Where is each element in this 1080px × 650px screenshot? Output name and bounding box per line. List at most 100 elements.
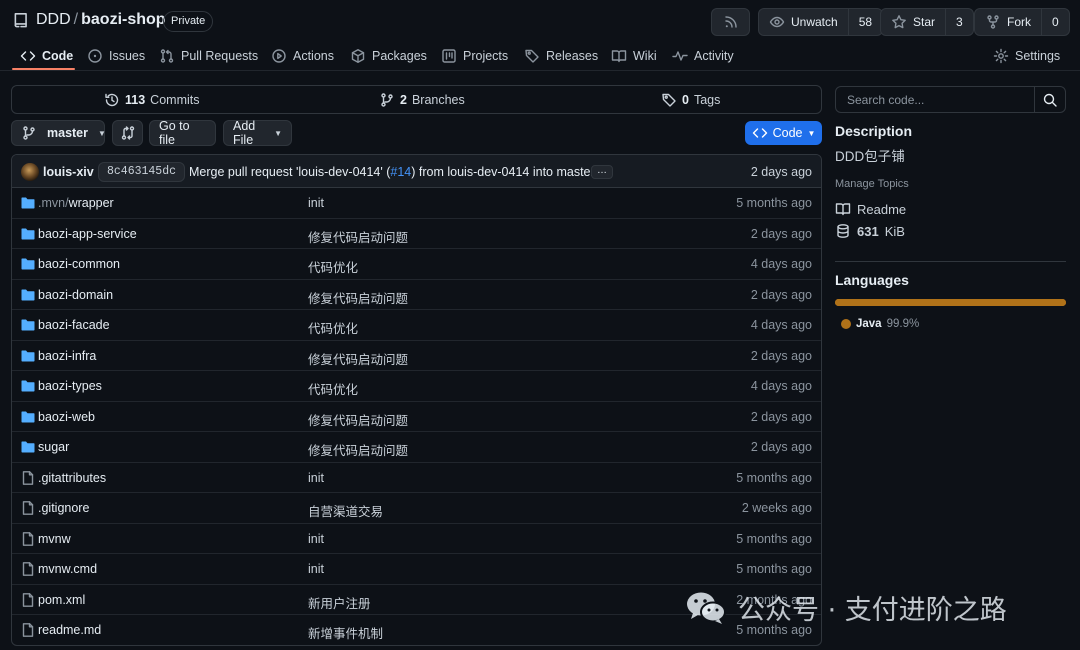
expand-message-button[interactable]: … — [591, 165, 613, 179]
tab-pull-requests[interactable]: Pull Requests — [159, 48, 258, 64]
file-name-link[interactable]: baozi-web — [38, 410, 95, 424]
readme-link[interactable]: Readme — [835, 201, 906, 217]
file-row[interactable]: baozi-facade 代码优化 4 days ago — [12, 310, 821, 341]
branches-link[interactable]: 2 Branches — [379, 92, 465, 108]
file-name-link[interactable]: baozi-infra — [38, 349, 96, 363]
tag-icon — [524, 48, 540, 64]
repo-header: DDD / baozi-shop Private Unwatch 58 Star… — [0, 0, 1080, 44]
file-commit-message[interactable]: 新增事件机制 — [308, 623, 383, 642]
file-row[interactable]: baozi-types 代码优化 4 days ago — [12, 371, 821, 402]
tab-issues[interactable]: Issues — [87, 48, 145, 64]
go-to-file-button[interactable]: Go to file — [149, 119, 216, 147]
file-name-link[interactable]: .gitignore — [38, 501, 89, 515]
file-commit-time: 2 days ago — [750, 440, 812, 454]
tab-settings[interactable]: Settings — [993, 48, 1060, 64]
file-name-link[interactable]: readme.md — [38, 623, 101, 637]
file-commit-message[interactable]: init — [308, 471, 324, 485]
book-icon — [611, 48, 627, 64]
star-button[interactable]: Star 3 — [880, 8, 974, 36]
fork-button[interactable]: Fork 0 — [974, 8, 1070, 36]
commit-time: 2 days ago — [750, 165, 812, 179]
watch-button[interactable]: Unwatch 58 — [758, 8, 884, 36]
tags-link[interactable]: 0 Tags — [661, 92, 720, 108]
file-commit-message[interactable]: 代码优化 — [308, 318, 358, 337]
tab-projects[interactable]: Projects — [441, 48, 508, 64]
code-dropdown-button[interactable]: Code ▼ — [745, 121, 822, 145]
file-commit-message[interactable]: 代码优化 — [308, 379, 358, 398]
file-row[interactable]: baozi-infra 修复代码启动问题 2 days ago — [12, 341, 821, 371]
branch-icon — [21, 125, 37, 141]
file-row[interactable]: .mvn/wrapper init 5 months ago — [12, 188, 821, 219]
commits-count: 113 — [125, 93, 146, 107]
commit-sha-link[interactable]: 8c463145dc — [98, 162, 186, 182]
file-commit-message[interactable]: 修复代码启动问题 — [308, 227, 408, 246]
folder-icon — [20, 256, 36, 272]
avatar[interactable] — [21, 163, 39, 181]
folder-icon — [20, 348, 36, 364]
file-icon — [20, 531, 36, 547]
file-commit-message[interactable]: 代码优化 — [308, 257, 358, 276]
file-row[interactable]: mvnw init 5 months ago — [12, 524, 821, 554]
file-commit-message[interactable]: init — [308, 562, 324, 576]
search-button[interactable] — [1034, 87, 1065, 112]
file-row[interactable]: baozi-common 代码优化 4 days ago — [12, 249, 821, 280]
file-row[interactable]: mvnw.cmd init 5 months ago — [12, 554, 821, 585]
active-tab-indicator — [12, 68, 75, 70]
fork-icon — [985, 14, 1001, 30]
file-name-link[interactable]: mvnw.cmd — [38, 562, 97, 576]
search-input[interactable] — [836, 87, 1035, 112]
file-row[interactable]: .gitattributes init 5 months ago — [12, 463, 821, 493]
file-name-link[interactable]: .mvn/wrapper — [38, 196, 114, 210]
file-row[interactable]: baozi-app-service 修复代码启动问题 2 days ago — [12, 219, 821, 249]
add-file-button[interactable]: Add File ▼ — [223, 119, 292, 147]
tab-actions[interactable]: Actions — [271, 48, 334, 64]
commit-message[interactable]: Merge pull request 'louis-dev-0414' (#14… — [189, 165, 595, 179]
commits-label: Commits — [150, 93, 200, 107]
play-icon — [271, 48, 287, 64]
file-name-link[interactable]: mvnw — [38, 532, 71, 546]
file-name-link[interactable]: sugar — [38, 440, 69, 454]
file-commit-message[interactable]: 修复代码启动问题 — [308, 288, 408, 307]
file-name-link[interactable]: baozi-domain — [38, 288, 113, 302]
file-name-link[interactable]: baozi-app-service — [38, 227, 137, 241]
tab-wiki[interactable]: Wiki — [611, 48, 657, 64]
file-row[interactable]: sugar 修复代码启动问题 2 days ago — [12, 432, 821, 463]
file-name-link[interactable]: baozi-facade — [38, 318, 110, 332]
tab-packages[interactable]: Packages — [350, 48, 427, 64]
file-name-link[interactable]: baozi-types — [38, 379, 102, 393]
language-bar-java — [835, 299, 1066, 306]
manage-topics-link[interactable]: Manage Topics — [835, 178, 909, 190]
commit-message-suffix: ) from louis-dev-0414 into master — [411, 165, 595, 179]
file-commit-message[interactable]: init — [308, 532, 324, 546]
language-entry[interactable]: Java 99.9% — [841, 318, 919, 330]
file-name-link[interactable]: .gitattributes — [38, 471, 106, 485]
branch-selector[interactable]: master ▼ — [11, 120, 106, 146]
tags-count: 0 — [682, 93, 689, 107]
pr-link[interactable]: #14 — [390, 165, 411, 179]
file-commit-message[interactable]: 修复代码启动问题 — [308, 440, 408, 459]
commit-author-link[interactable]: louis-xiv — [43, 165, 94, 179]
compare-branches-button[interactable] — [112, 120, 143, 146]
file-name-link[interactable]: baozi-common — [38, 257, 120, 271]
file-commit-message[interactable]: 修复代码启动问题 — [308, 410, 408, 429]
file-row[interactable]: baozi-domain 修复代码启动问题 2 days ago — [12, 280, 821, 310]
file-commit-message[interactable]: 修复代码启动问题 — [308, 349, 408, 368]
tab-activity[interactable]: Activity — [672, 48, 734, 64]
repo-owner-link[interactable]: DDD — [36, 11, 71, 29]
file-commit-time: 2 days ago — [750, 348, 812, 363]
file-name-link[interactable]: pom.xml — [38, 593, 85, 607]
code-icon — [752, 125, 768, 141]
file-commit-message[interactable]: 新用户注册 — [308, 593, 371, 612]
tab-releases[interactable]: Releases — [524, 48, 598, 64]
file-commit-message[interactable]: 自营渠道交易 — [308, 501, 383, 520]
tab-code[interactable]: Code — [20, 48, 73, 64]
file-table: louis-xiv 8c463145dc Merge pull request … — [11, 154, 822, 646]
file-icon — [20, 500, 36, 516]
commits-link[interactable]: 113 Commits — [104, 92, 199, 108]
rss-button[interactable] — [711, 8, 750, 36]
file-row[interactable]: baozi-web 修复代码启动问题 2 days ago — [12, 402, 821, 432]
file-row[interactable]: .gitignore 自营渠道交易 2 weeks ago — [12, 493, 821, 524]
repo-name-link[interactable]: baozi-shop — [81, 11, 165, 29]
project-icon — [441, 48, 457, 64]
file-commit-message[interactable]: init — [308, 196, 324, 210]
